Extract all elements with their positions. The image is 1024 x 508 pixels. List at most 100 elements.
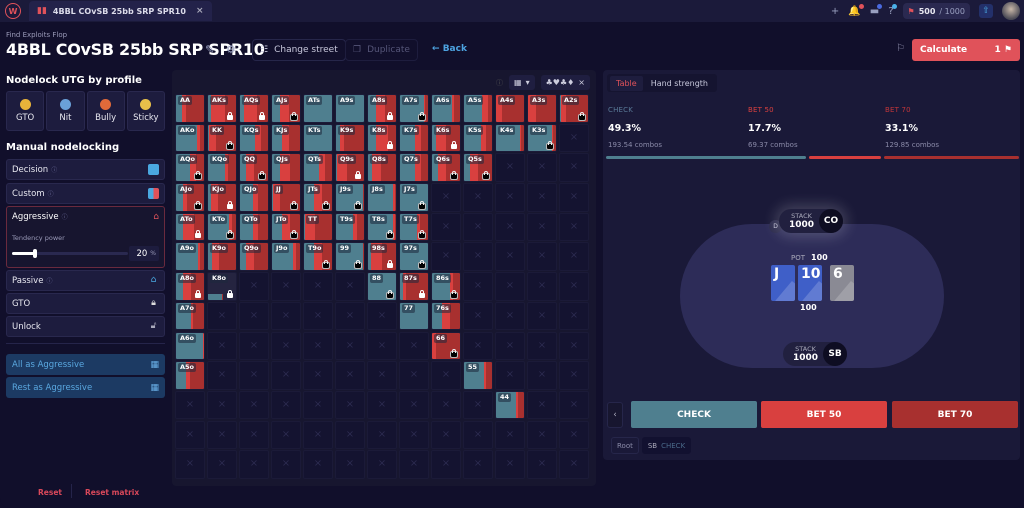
matrix-cell-empty[interactable] xyxy=(495,450,525,479)
matrix-cell-empty[interactable] xyxy=(431,242,461,271)
lock-icon[interactable] xyxy=(194,170,202,180)
matrix-cell[interactable]: QJs xyxy=(271,153,301,182)
lock-icon[interactable] xyxy=(418,111,426,121)
action-bet50-button[interactable]: BET 50 xyxy=(761,401,887,428)
matrix-cell[interactable]: Q5s xyxy=(463,153,493,182)
info-icon[interactable]: ⓘ xyxy=(46,278,52,285)
lock-icon[interactable] xyxy=(450,170,458,180)
matrix-cell-empty[interactable] xyxy=(495,361,525,390)
slider-handle[interactable] xyxy=(33,249,38,258)
matrix-cell[interactable]: A9s xyxy=(335,94,365,123)
matrix-cell[interactable]: A9o xyxy=(175,242,205,271)
reset-button[interactable]: Reset xyxy=(38,488,62,497)
matrix-cell-empty[interactable] xyxy=(527,212,557,242)
lock-icon[interactable] xyxy=(290,230,298,240)
matrix-cell-empty[interactable] xyxy=(399,361,429,390)
matrix-cell[interactable]: K9s xyxy=(335,123,365,153)
matrix-cell[interactable]: K4s xyxy=(495,123,525,153)
matrix-cell-empty[interactable] xyxy=(239,390,269,420)
matrix-cell-empty[interactable] xyxy=(303,272,333,301)
matrix-cell-empty[interactable] xyxy=(495,420,525,450)
matrix-cell-empty[interactable] xyxy=(303,450,333,479)
matrix-cell-empty[interactable] xyxy=(527,183,557,212)
matrix-cell-empty[interactable] xyxy=(367,301,397,331)
matrix-cell[interactable]: A6s xyxy=(431,94,461,123)
matrix-cell[interactable]: AQs xyxy=(239,94,269,123)
matrix-cell[interactable]: ATs xyxy=(303,94,333,123)
lock-icon[interactable] xyxy=(419,289,425,298)
matrix-cell-empty[interactable] xyxy=(495,242,525,271)
aggressive-option[interactable]: Aggressive ⓘ ⌂ Tendency power 20 % xyxy=(6,206,165,268)
lock-icon[interactable] xyxy=(482,170,490,180)
matrix-cell[interactable]: T8s xyxy=(367,212,397,242)
matrix-cell-empty[interactable] xyxy=(271,420,301,450)
matrix-cell-empty[interactable] xyxy=(559,420,589,450)
matrix-cell-empty[interactable] xyxy=(463,450,493,479)
grid-view-dropdown[interactable]: ▦ ▾ xyxy=(509,75,535,90)
matrix-cell-empty[interactable] xyxy=(239,272,269,301)
matrix-cell[interactable]: KTs xyxy=(303,123,333,153)
matrix-cell[interactable]: J8s xyxy=(367,183,397,212)
matrix-cell-empty[interactable] xyxy=(367,450,397,479)
matrix-cell[interactable]: A7s xyxy=(399,94,429,123)
matrix-cell-empty[interactable] xyxy=(367,390,397,420)
matrix-cell[interactable]: 55 xyxy=(463,361,493,390)
back-button[interactable]: ← Back xyxy=(432,44,467,54)
matrix-cell-empty[interactable] xyxy=(367,331,397,360)
help-icon[interactable]: ? xyxy=(888,3,897,17)
matrix-cell-empty[interactable] xyxy=(463,390,493,420)
matrix-cell-empty[interactable] xyxy=(399,331,429,360)
matrix-cell-empty[interactable] xyxy=(559,390,589,420)
matrix-cell-empty[interactable] xyxy=(175,420,205,450)
lock-icon[interactable] xyxy=(227,289,233,298)
matrix-cell-empty[interactable] xyxy=(463,272,493,301)
matrix-cell-empty[interactable] xyxy=(527,361,557,390)
matrix-cell-empty[interactable] xyxy=(271,272,301,301)
profile-sticky-button[interactable]: Sticky xyxy=(126,91,165,131)
matrix-cell[interactable]: QQ xyxy=(239,153,269,182)
matrix-cell-empty[interactable] xyxy=(367,361,397,390)
calculate-button[interactable]: Calculate 1 ⚑ xyxy=(912,39,1020,61)
matrix-cell[interactable]: 97s xyxy=(399,242,429,271)
matrix-cell-empty[interactable] xyxy=(559,153,589,182)
matrix-cell-empty[interactable] xyxy=(175,390,205,420)
matrix-cell-empty[interactable] xyxy=(239,301,269,331)
matrix-cell[interactable]: J7s xyxy=(399,183,429,212)
matrix-cell-empty[interactable] xyxy=(335,361,365,390)
matrix-cell[interactable]: A8s xyxy=(367,94,397,123)
profile-gto-button[interactable]: GTO xyxy=(6,91,45,131)
bell-icon[interactable]: 🔔 xyxy=(848,3,864,17)
matrix-cell[interactable]: K6s xyxy=(431,123,461,153)
matrix-cell-empty[interactable] xyxy=(463,331,493,360)
crumb-root[interactable]: Root xyxy=(611,437,639,454)
matrix-cell-empty[interactable] xyxy=(559,301,589,331)
matrix-cell[interactable]: J9o xyxy=(271,242,301,271)
matrix-cell[interactable]: AKo xyxy=(175,123,205,153)
matrix-cell-empty[interactable] xyxy=(271,331,301,360)
gear-icon[interactable]: ⚙ xyxy=(226,43,236,56)
matrix-cell[interactable]: KTo xyxy=(207,212,237,242)
matrix-cell-empty[interactable] xyxy=(399,390,429,420)
matrix-cell[interactable]: Q9o xyxy=(239,242,269,271)
matrix-cell[interactable]: Q6s xyxy=(431,153,461,182)
seat-sb[interactable]: STACK 1000 SB xyxy=(783,342,848,366)
matrix-cell[interactable]: AQo xyxy=(175,153,205,182)
lock-icon[interactable] xyxy=(227,200,233,209)
matrix-cell[interactable]: QTo xyxy=(239,212,269,242)
matrix-cell[interactable]: Q8s xyxy=(367,153,397,182)
matrix-cell-empty[interactable] xyxy=(431,420,461,450)
tab-table[interactable]: Table xyxy=(610,75,643,91)
matrix-cell-empty[interactable] xyxy=(495,301,525,331)
rest-as-aggressive-button[interactable]: Rest as Aggressive ▦ xyxy=(6,377,165,398)
matrix-cell[interactable]: KK xyxy=(207,123,237,153)
matrix-cell[interactable]: KQs xyxy=(239,123,269,153)
matrix-cell-empty[interactable] xyxy=(463,420,493,450)
lock-icon[interactable] xyxy=(226,141,234,151)
passive-option[interactable]: Passive ⓘ ⌂ xyxy=(6,270,165,291)
matrix-cell-empty[interactable] xyxy=(239,420,269,450)
matrix-cell[interactable]: JTo xyxy=(271,212,301,242)
all-as-aggressive-button[interactable]: All as Aggressive ▦ xyxy=(6,354,165,375)
matrix-cell[interactable]: 86s xyxy=(431,272,461,301)
matrix-cell-empty[interactable] xyxy=(559,361,589,390)
lock-icon[interactable] xyxy=(322,200,330,210)
